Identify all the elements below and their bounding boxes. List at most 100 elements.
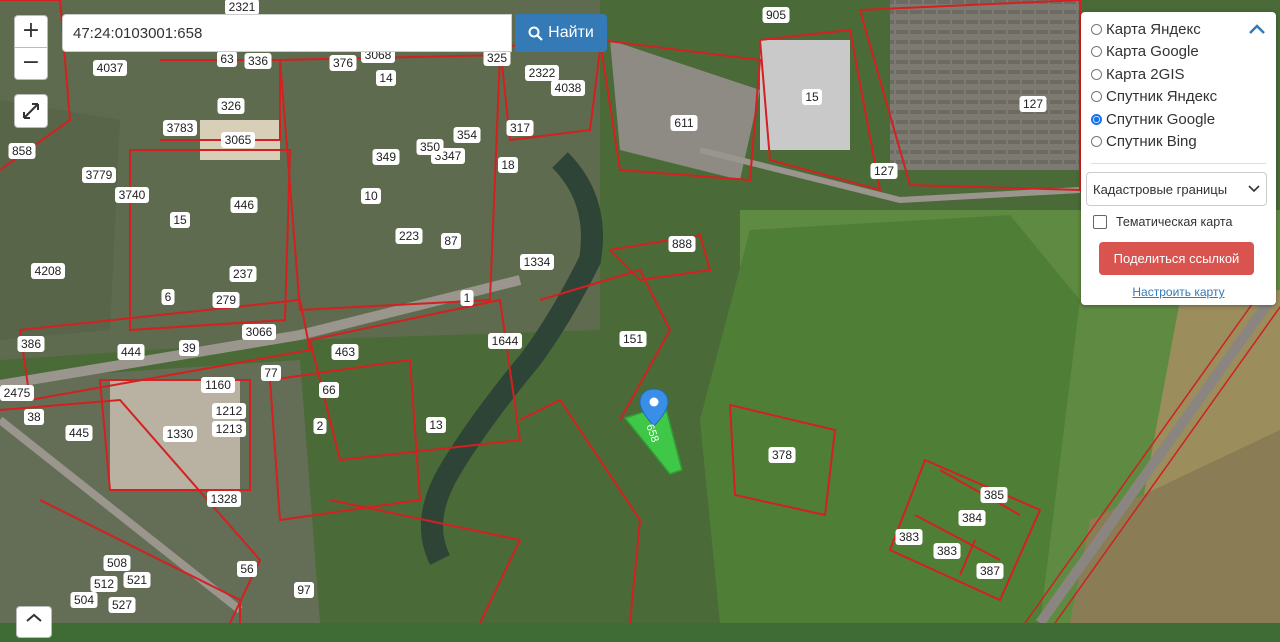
fullscreen-button[interactable]	[14, 94, 48, 128]
svg-text:4037: 4037	[97, 61, 124, 75]
overlay-select[interactable]: Кадастровые границы	[1086, 172, 1267, 206]
radio-button[interactable]	[1091, 23, 1102, 35]
svg-text:127: 127	[1023, 97, 1043, 111]
parcel-label: 4037	[93, 60, 127, 76]
parcel-label: 66	[319, 382, 339, 398]
svg-text:223: 223	[399, 229, 419, 243]
svg-text:14: 14	[379, 71, 393, 85]
parcel-label: 383	[933, 543, 961, 559]
svg-text:2: 2	[317, 419, 324, 433]
svg-text:336: 336	[248, 54, 268, 68]
svg-text:521: 521	[127, 573, 147, 587]
svg-text:905: 905	[766, 8, 786, 22]
parcel-label: 2475	[0, 385, 34, 401]
svg-text:446: 446	[234, 198, 254, 212]
svg-text:39: 39	[182, 341, 196, 355]
parcel-label: 1330	[163, 426, 197, 442]
radio-button[interactable]	[1091, 91, 1102, 103]
svg-text:1: 1	[464, 291, 471, 305]
search-icon	[528, 26, 543, 41]
parcel-label: 3065	[221, 132, 255, 148]
radio-button[interactable]	[1091, 113, 1102, 125]
parcel-label: 325	[483, 50, 511, 66]
parcel-label: 3779	[82, 167, 116, 183]
parcel-label: 336	[244, 53, 272, 69]
radio-button[interactable]	[1091, 68, 1102, 80]
svg-text:1213: 1213	[216, 422, 243, 436]
cadastral-search-input[interactable]	[62, 14, 512, 52]
share-link-button[interactable]: Поделиться ссылкой	[1099, 242, 1254, 275]
basemap-option[interactable]: Карта 2GIS	[1091, 63, 1266, 86]
svg-text:38: 38	[27, 410, 41, 424]
parcel-label: 512	[90, 576, 118, 592]
parcel-label: 10	[361, 188, 381, 204]
basemap-option-label: Спутник Яндекс	[1106, 88, 1218, 106]
svg-text:2475: 2475	[4, 386, 31, 400]
chevron-down-icon	[1248, 185, 1260, 193]
svg-text:386: 386	[21, 337, 41, 351]
svg-text:527: 527	[112, 598, 132, 612]
parcel-label: 1	[460, 290, 474, 306]
map-tool-button[interactable]	[16, 606, 52, 638]
svg-text:349: 349	[376, 150, 396, 164]
parcel-label: 504	[70, 592, 98, 608]
svg-text:3779: 3779	[86, 168, 113, 182]
svg-text:3783: 3783	[167, 121, 194, 135]
parcel-label: 77	[261, 365, 281, 381]
parcel-label: 127	[870, 163, 898, 179]
parcel-label: 87	[441, 233, 461, 249]
chevron-up-icon[interactable]	[1248, 22, 1266, 36]
svg-text:354: 354	[457, 128, 477, 142]
parcel-label: 15	[802, 89, 822, 105]
parcel-label: 2321	[225, 0, 259, 15]
parcel-label: 2322	[525, 65, 559, 81]
thematic-map-toggle[interactable]: Тематическая карта	[1091, 215, 1266, 229]
parcel-label: 521	[123, 572, 151, 588]
basemap-option[interactable]: Спутник Bing	[1091, 131, 1266, 154]
svg-text:3065: 3065	[225, 133, 252, 147]
svg-text:1330: 1330	[167, 427, 194, 441]
thematic-map-label: Тематическая карта	[1116, 215, 1233, 229]
svg-text:317: 317	[510, 121, 530, 135]
overlay-select-value: Кадастровые границы	[1093, 181, 1228, 197]
basemap-option[interactable]: Карта Яндекс	[1091, 18, 1266, 41]
svg-text:127: 127	[874, 164, 894, 178]
parcel-label: 326	[217, 98, 245, 114]
parcel-label: 237	[229, 266, 257, 282]
search-button[interactable]: Найти	[515, 14, 607, 52]
search-button-label: Найти	[548, 24, 594, 41]
parcel-label: 378	[768, 447, 796, 463]
parcel-label: 383	[895, 529, 923, 545]
basemap-option[interactable]: Карта Google	[1091, 41, 1266, 64]
svg-text:66: 66	[322, 383, 336, 397]
parcel-label: 38	[24, 409, 44, 425]
parcel-label: 858	[8, 143, 36, 159]
thematic-map-checkbox[interactable]	[1093, 215, 1107, 229]
basemap-option[interactable]: Спутник Google	[1091, 108, 1266, 131]
svg-text:13: 13	[429, 418, 443, 432]
radio-button[interactable]	[1091, 46, 1102, 58]
zoom-out-button[interactable]: −	[14, 48, 48, 80]
svg-text:508: 508	[107, 556, 127, 570]
svg-text:611: 611	[674, 116, 693, 130]
parcel-label: 384	[958, 510, 986, 526]
svg-text:1212: 1212	[216, 404, 243, 418]
parcel-label: 127	[1019, 96, 1047, 112]
zoom-in-button[interactable]: +	[14, 15, 48, 48]
svg-text:1644: 1644	[492, 334, 519, 348]
parcel-label: 97	[294, 582, 314, 598]
svg-text:383: 383	[899, 530, 919, 544]
parcel-label: 151	[619, 331, 647, 347]
parcel-label: 888	[668, 236, 696, 252]
svg-text:15: 15	[173, 213, 187, 227]
svg-text:56: 56	[240, 562, 254, 576]
divider	[1091, 163, 1266, 164]
radio-button[interactable]	[1091, 136, 1102, 148]
svg-text:858: 858	[12, 144, 32, 158]
svg-text:350: 350	[420, 140, 440, 154]
svg-text:444: 444	[121, 345, 141, 359]
parcel-label: 376	[329, 55, 357, 71]
basemap-option[interactable]: Спутник Яндекс	[1091, 86, 1266, 109]
configure-map-link[interactable]: Настроить карту	[1091, 285, 1266, 299]
parcel-label: 349	[372, 149, 400, 165]
